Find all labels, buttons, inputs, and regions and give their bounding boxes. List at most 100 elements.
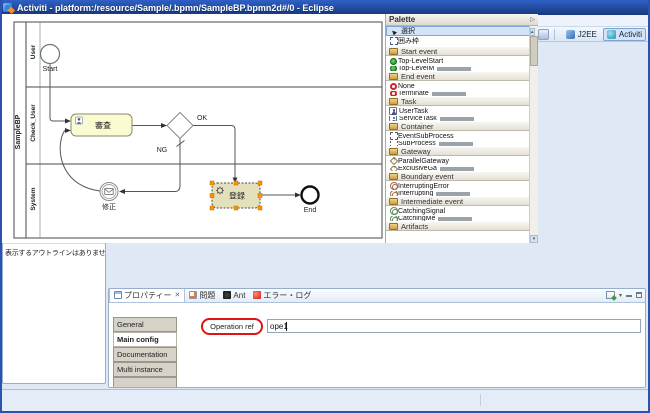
perspective-label: Activiti bbox=[619, 30, 642, 39]
palette-group-task[interactable]: Task bbox=[386, 96, 538, 106]
palette-tool-marquee[interactable]: 囲み枠 bbox=[386, 36, 538, 46]
end-event[interactable] bbox=[302, 187, 319, 204]
ring-icon bbox=[390, 182, 398, 190]
open-perspective-icon[interactable] bbox=[538, 29, 549, 40]
palette-scrollbar[interactable]: ▴ ▾ bbox=[529, 26, 538, 243]
palette-group-label: End event bbox=[401, 72, 435, 81]
section-tab-main-config[interactable]: Main config bbox=[113, 332, 177, 347]
new-view-icon[interactable] bbox=[606, 291, 615, 299]
palette-header[interactable]: Palette ▷ bbox=[386, 14, 538, 26]
end-icon bbox=[390, 83, 397, 90]
drawer-icon bbox=[389, 223, 398, 230]
gw-icon bbox=[389, 157, 397, 165]
palette-group-label: Artifacts bbox=[401, 222, 428, 231]
drawer-scroll-indicator bbox=[439, 142, 473, 146]
flow-ng-label: NG bbox=[157, 147, 168, 154]
palette-item-ParallelGateway[interactable]: ParallelGateway bbox=[386, 156, 538, 166]
palette-group-artifacts[interactable]: Artifacts bbox=[386, 221, 538, 231]
perspective-button-j2ee[interactable]: J2EE bbox=[562, 28, 601, 41]
activiti-file-icon bbox=[5, 4, 14, 13]
ring-icon bbox=[390, 191, 398, 196]
properties-tab-bar: プロパティー✕ 問題 Ant エラー・ログ ▾ bbox=[109, 289, 645, 303]
tab-label: Ant bbox=[233, 291, 245, 300]
maximize-icon[interactable] bbox=[636, 292, 642, 298]
drawer-icon bbox=[389, 98, 398, 105]
palette-group-start-event[interactable]: Start event bbox=[386, 46, 538, 56]
palette-item-label: Interrupting bbox=[398, 191, 433, 196]
palette-item-label: EventSubProcess bbox=[398, 133, 454, 140]
palette-item-label: CatchingMe bbox=[398, 216, 435, 221]
marquee-icon bbox=[390, 37, 398, 45]
palette-group-container[interactable]: Container bbox=[386, 121, 538, 131]
minimize-icon[interactable] bbox=[626, 292, 632, 298]
j2ee-perspective-icon bbox=[566, 30, 575, 39]
palette: Palette ▷ ▶選択囲み枠Start eventTop-LevelStar… bbox=[385, 14, 538, 243]
palette-item-UserTask[interactable]: UserTask bbox=[386, 106, 538, 116]
section-tab-multi-instance[interactable]: Multi instance bbox=[113, 362, 177, 377]
palette-item-label: UserTask bbox=[399, 108, 428, 115]
drawer-icon bbox=[389, 123, 398, 130]
gw-icon bbox=[389, 166, 397, 171]
properties-tab-errlog[interactable]: エラー・ログ bbox=[249, 288, 315, 302]
start-icon bbox=[390, 58, 397, 65]
end-icon bbox=[390, 91, 397, 96]
operation-ref-input[interactable] bbox=[267, 319, 641, 333]
close-icon[interactable]: ✕ bbox=[175, 291, 181, 299]
palette-flyout-icon[interactable]: ▷ bbox=[530, 16, 535, 23]
palette-item-InterruptingError[interactable]: InterruptingError bbox=[386, 181, 538, 191]
window-titlebar[interactable]: Activiti - platform:/resource/Sample/.bp… bbox=[0, 0, 650, 15]
scrollbar-thumb[interactable] bbox=[530, 36, 538, 66]
palette-body: ▶選択囲み枠Start eventTop-LevelStartTop-Level… bbox=[386, 26, 538, 243]
drawer-icon bbox=[389, 148, 398, 155]
palette-item-CatchingSignal[interactable]: CatchingSignal bbox=[386, 206, 538, 216]
palette-tool-cursor[interactable]: ▶選択 bbox=[386, 26, 538, 36]
user-icon bbox=[389, 107, 397, 115]
start-icon bbox=[390, 66, 397, 71]
scroll-down-icon[interactable]: ▾ bbox=[530, 235, 538, 243]
palette-item-label: CatchingSignal bbox=[398, 208, 445, 215]
task-register-label: 登録 bbox=[229, 191, 245, 201]
perspective-label: J2EE bbox=[578, 30, 597, 39]
perspective-button-activiti[interactable]: Activiti bbox=[603, 28, 646, 41]
palette-group-gateway[interactable]: Gateway bbox=[386, 146, 538, 156]
palette-item-EventSubProcess[interactable]: EventSubProcess bbox=[386, 131, 538, 141]
tab-label: 問題 bbox=[199, 290, 215, 301]
drawer-scroll-indicator bbox=[436, 192, 470, 196]
section-tab-documentation[interactable]: Documentation bbox=[113, 347, 177, 362]
properties-tab-props[interactable]: プロパティー✕ bbox=[109, 288, 185, 302]
envelope-icon bbox=[105, 189, 113, 195]
palette-group-label: Container bbox=[401, 122, 434, 131]
section-tab-general[interactable]: General bbox=[113, 317, 177, 332]
diagram-editor: *SampleBP ✕ SampleBP User Check_User Sys… bbox=[0, 0, 538, 243]
bpmn-canvas[interactable]: SampleBP User Check_User System Start 審査… bbox=[0, 14, 385, 243]
palette-group-intermediate-event[interactable]: Intermediate event bbox=[386, 196, 538, 206]
ring2-icon bbox=[390, 207, 398, 215]
properties-view: プロパティー✕ 問題 Ant エラー・ログ ▾ GeneralMain configD… bbox=[108, 288, 646, 388]
palette-item-label: SubProcess bbox=[398, 141, 436, 146]
sub-icon bbox=[390, 141, 398, 146]
palette-item-label: Top-LevelM bbox=[398, 66, 434, 71]
properties-tab-problems[interactable]: 問題 bbox=[185, 288, 219, 302]
chevron-down-icon[interactable]: ▾ bbox=[619, 292, 622, 299]
tab-label: エラー・ログ bbox=[263, 290, 311, 301]
ant-icon bbox=[223, 291, 231, 299]
palette-item-Top-LevelStart[interactable]: Top-LevelStart bbox=[386, 56, 538, 66]
drawer-icon bbox=[389, 173, 398, 180]
flow-ok-label: OK bbox=[197, 115, 207, 122]
palette-group-end-event[interactable]: End event bbox=[386, 71, 538, 81]
palette-group-boundary-event[interactable]: Boundary event bbox=[386, 171, 538, 181]
palette-item-None[interactable]: None bbox=[386, 81, 538, 91]
drawer-icon bbox=[389, 198, 398, 205]
drawer-icon bbox=[389, 73, 398, 80]
task-review-label: 審査 bbox=[95, 120, 111, 130]
user-icon bbox=[389, 116, 397, 121]
fix-event-label: 修正 bbox=[102, 202, 116, 211]
sub-icon bbox=[390, 132, 398, 140]
start-event[interactable] bbox=[41, 45, 60, 64]
palette-group-label: Start event bbox=[401, 47, 437, 56]
properties-toolbar: ▾ bbox=[606, 291, 642, 299]
properties-tab-ant[interactable]: Ant bbox=[219, 288, 249, 302]
scroll-up-icon[interactable]: ▴ bbox=[530, 28, 535, 36]
errlog-icon bbox=[253, 291, 261, 299]
lane-label-user: User bbox=[30, 44, 37, 59]
